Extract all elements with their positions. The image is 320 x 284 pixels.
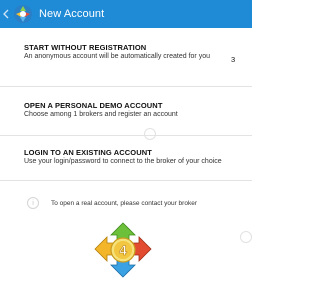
radio-circle-icon [240,231,252,243]
option-login-existing-account[interactable]: LOGIN TO AN EXISTING ACCOUNT Use your lo… [24,148,252,167]
option-open-demo-account[interactable]: OPEN A PERSONAL DEMO ACCOUNT Choose amon… [24,101,252,120]
option-start-without-registration[interactable]: START WITHOUT REGISTRATION An anonymous … [24,43,252,62]
chevron-left-icon [3,9,9,19]
countdown-badge: 3 [231,55,236,64]
option-title: START WITHOUT REGISTRATION [24,43,147,52]
info-text: To open a real account, please contact y… [51,199,197,207]
option-title: LOGIN TO AN EXISTING ACCOUNT [24,148,152,157]
logo-number: 4 [119,242,127,258]
option-title: OPEN A PERSONAL DEMO ACCOUNT [24,101,163,110]
divider [0,180,252,181]
real-account-info: i To open a real account, please contact… [27,197,197,209]
loading-indicator-icon [144,128,156,140]
metatrader-4-logo: 4 [91,221,155,284]
option-description: An anonymous account will be automatical… [24,53,210,60]
info-circle-icon: i [27,197,39,209]
option-description: Choose among 1 brokers and register an a… [24,111,178,118]
divider [0,86,252,87]
page-title: New Account [39,8,105,20]
metatrader-icon[interactable] [13,4,33,24]
option-description: Use your login/password to connect to th… [24,158,222,165]
back-button[interactable] [0,0,12,28]
divider [0,135,252,136]
app-header: New Account [0,0,252,28]
